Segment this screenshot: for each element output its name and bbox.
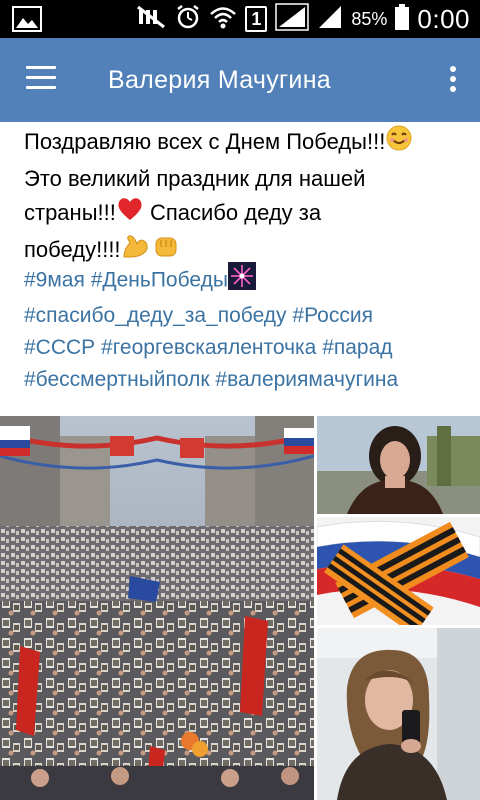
more-vertical-icon[interactable] <box>448 66 458 96</box>
signal-icon-2 <box>317 4 343 35</box>
post-line-text: страны!!! <box>24 200 116 225</box>
hashtag-victory-day[interactable]: #ДеньПобеды <box>91 269 228 292</box>
app-bar: Валерия Мачугина <box>0 38 480 122</box>
girl-mirror-selfie-photo[interactable] <box>317 628 480 800</box>
gallery-icon <box>12 6 42 37</box>
red-heart-emoji <box>116 196 144 232</box>
post-line-text: победу!!!! <box>24 237 121 262</box>
girl-selfie-outdoors-photo[interactable] <box>317 416 480 514</box>
status-bar: 1 85% 0:00 <box>0 0 480 38</box>
alarm-icon <box>175 4 201 35</box>
post-text: Поздравляю всех с Днем Победы!!! Это вел… <box>24 124 468 270</box>
hashtag-immortal-regiment[interactable]: #бессмертныйполк <box>24 368 210 391</box>
smiling-face-emoji <box>385 124 413 162</box>
hashtag-line-3: #СССР #георгевскаяленточка #парад <box>24 332 468 364</box>
immortal-regiment-march-crowd-photo[interactable] <box>0 416 314 800</box>
post-line-text: Спасибо деду за <box>149 200 322 225</box>
hamburger-menu-icon[interactable] <box>26 66 56 92</box>
hashtag-parade[interactable]: #парад <box>322 336 392 359</box>
page-title: Валерия Мачугина <box>108 66 332 94</box>
hashtag-line-2: #спасибо_деду_за_победу #Россия <box>24 300 468 332</box>
wifi-icon <box>209 4 237 35</box>
post-line-1: Поздравляю всех с Днем Победы!!! <box>24 124 468 162</box>
fireworks-emoji <box>227 262 256 300</box>
sim-1-icon: 1 <box>245 6 268 32</box>
hashtag-line-4: #бессмертныйполк #валериямачугина <box>24 364 468 396</box>
st-george-ribbon-and-russian-flag-photo[interactable] <box>317 517 480 625</box>
post-line-3: страны!!! Спасибо деду за <box>24 196 468 232</box>
status-icons: 1 85% 0:00 <box>137 0 470 38</box>
hashtag-list: #9мая #ДеньПобеды #спасибо_деду_за_побед… <box>24 262 468 396</box>
hashtag-valeria-machugina[interactable]: #валериямачугина <box>215 368 398 391</box>
battery-icon <box>395 3 410 35</box>
mute-icon <box>137 5 167 34</box>
hashtag-ussr[interactable]: #СССР <box>24 336 95 359</box>
signal-icon <box>275 2 310 36</box>
photo-grid <box>0 416 480 800</box>
clock: 0:00 <box>417 3 470 34</box>
post-line-text: Поздравляю всех с Днем Победы!!! <box>24 128 386 154</box>
battery-percent: 85% <box>351 8 388 29</box>
hashtag-line-1: #9мая #ДеньПобеды <box>24 262 468 300</box>
hashtag-thanks-grandpa[interactable]: #спасибо_деду_за_победу <box>24 304 287 327</box>
hashtag-9may[interactable]: #9мая <box>24 269 85 292</box>
post-line-2: Это великий праздник для нашей <box>24 166 366 191</box>
hashtag-st-george-ribbon[interactable]: #георгевскаяленточка <box>101 336 316 359</box>
hashtag-russia[interactable]: #Россия <box>292 304 373 327</box>
